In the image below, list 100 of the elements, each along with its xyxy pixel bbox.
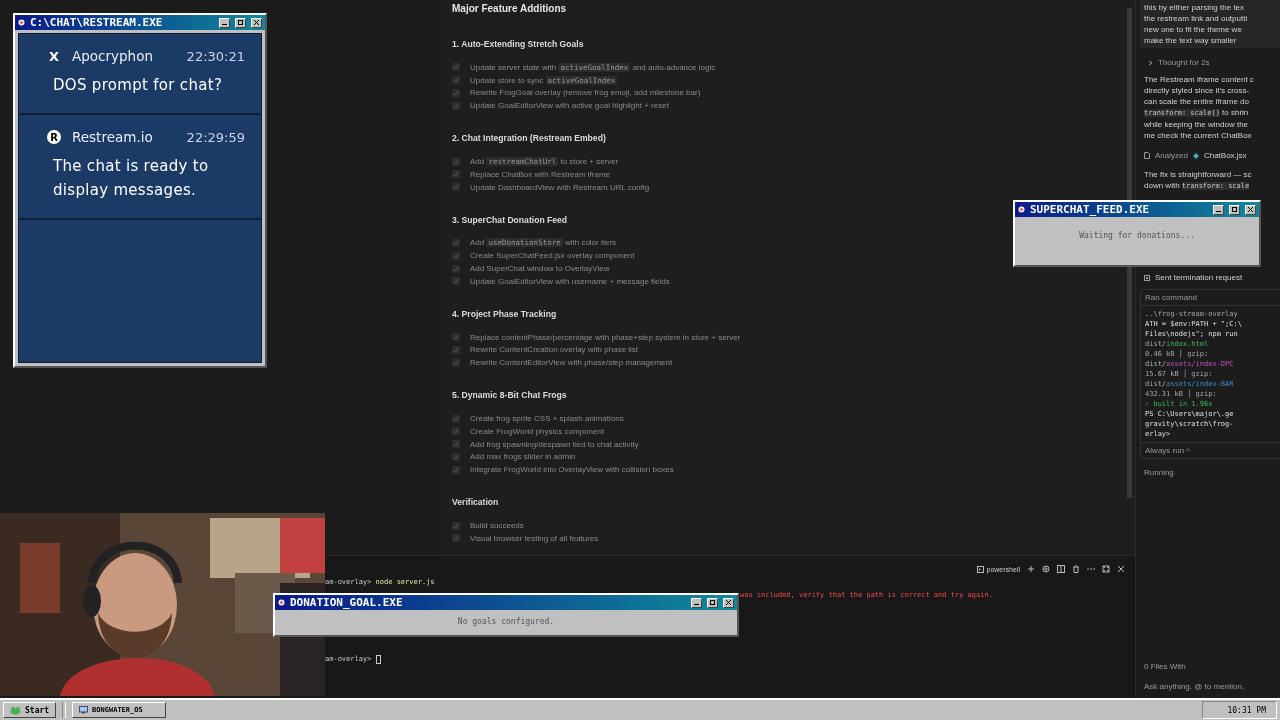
window-title: DONATION_GOAL.EXE (290, 596, 404, 609)
minimize-button[interactable] (1213, 204, 1224, 215)
clock: 10:31 PM (1202, 701, 1277, 719)
checkbox[interactable] (452, 277, 460, 286)
task-text: Create frog sprite CSS + splash animations (470, 414, 624, 424)
maximize-button[interactable] (235, 17, 246, 28)
chat-time: 22:29:59 (186, 129, 245, 145)
checkbox[interactable] (452, 251, 460, 260)
close-icon (1248, 207, 1253, 212)
checkbox[interactable] (452, 89, 460, 97)
chat-time: 22:30:21 (186, 48, 245, 64)
cursor-icon (375, 655, 381, 664)
chat-input[interactable]: Ask anything, @ to mention, (1144, 682, 1280, 691)
checkbox[interactable] (452, 440, 460, 449)
maximize-button[interactable] (707, 597, 718, 608)
app-icon (18, 19, 25, 26)
window-title: SUPERCHAT_FEED.EXE (1030, 203, 1151, 216)
frog-icon (10, 705, 21, 715)
task-text: Replace contentPhase/percentage with phase+step system in store + server (470, 332, 741, 342)
checkbox[interactable] (452, 452, 460, 461)
trash-icon[interactable] (1072, 565, 1080, 573)
maximize-icon[interactable] (1102, 565, 1110, 573)
files-label: 0 Files With (1144, 661, 1187, 672)
task-text: Add frog spawning/despawn tied to chat activity (470, 439, 639, 449)
minimize-button[interactable] (691, 597, 702, 608)
section-heading: Verification (452, 497, 500, 508)
task-text: Rewrite ContentEditorView with phase/step management (470, 358, 673, 368)
terminal-icon (1144, 274, 1150, 281)
platform-icon: R (47, 130, 61, 144)
checkbox[interactable] (452, 521, 460, 530)
status-label: Analyzed (1155, 150, 1188, 161)
task-text: Build succeeds (470, 521, 524, 531)
task-text: Create FrogWorld physics component (470, 426, 605, 436)
maximize-icon (1232, 207, 1237, 212)
chat-message: The chat is ready to display messages. (53, 156, 210, 201)
section-heading: 1. Auto-Extending Stretch Goals (452, 39, 585, 49)
chat-message: DOS prompt for chat? (53, 75, 224, 96)
chevron-icon (1148, 59, 1153, 66)
checkbox[interactable] (452, 427, 460, 436)
close-icon[interactable] (1117, 565, 1125, 573)
task-text: Add max frogs slider in admin (470, 452, 576, 462)
checkbox[interactable] (452, 170, 460, 179)
checkbox[interactable] (452, 358, 460, 367)
task-text: Replace ChatBox with Restream iframe (470, 169, 611, 179)
checkbox[interactable] (452, 345, 460, 354)
window-title: C:\CHAT\RESTREAM.EXE (30, 16, 164, 29)
checkbox[interactable] (452, 76, 460, 85)
maximize-icon (238, 20, 243, 25)
file-link[interactable]: ChatBox.jsx (1203, 150, 1247, 161)
terminal-icon (976, 565, 984, 573)
close-icon (726, 600, 731, 605)
minimize-button[interactable] (219, 17, 230, 28)
checkbox[interactable] (452, 465, 460, 474)
status-label: Sent termination request (1155, 272, 1243, 283)
checkbox[interactable] (452, 238, 460, 247)
section-heading: 2. Chat Integration (Restream Embed) (452, 133, 607, 144)
section-title: Major Feature Additions (452, 3, 568, 14)
close-button[interactable] (1245, 204, 1256, 215)
chat-author: Apocryphon (72, 48, 154, 64)
maximize-button[interactable] (1229, 204, 1240, 215)
always-run-toggle[interactable]: Always run ^ (1141, 442, 1280, 458)
task-text: Update GoalEditorView with active goal highlight + reset (470, 101, 669, 111)
more-icon[interactable] (1087, 565, 1095, 573)
app-icon (278, 599, 285, 606)
plus-icon[interactable] (1027, 565, 1035, 573)
task-text: Rewrite ContentCreation overlay with phase list (470, 345, 639, 355)
monitor-icon (79, 706, 89, 714)
close-button[interactable] (251, 17, 262, 28)
chat-author: Restream.io (72, 129, 154, 145)
close-button[interactable] (723, 597, 734, 608)
task-text: Update DashboardView with Restream URL config (470, 182, 650, 192)
checkbox[interactable] (452, 63, 460, 72)
task-text: Create SuperChatFeed.jsx overlay component (470, 251, 635, 261)
task-text: Update GoalEditorView with username + message fields (470, 276, 670, 286)
status-label: Running (1144, 467, 1175, 478)
split-icon[interactable] (1057, 565, 1065, 573)
start-button[interactable]: Start (3, 702, 57, 718)
checkbox[interactable] (452, 333, 460, 342)
status-text: Waiting for donations... (1078, 231, 1196, 240)
card-title: Ran command (1141, 290, 1280, 306)
file-icon (1144, 152, 1150, 159)
checkbox[interactable] (452, 101, 460, 110)
status-text: No goals configured. (456, 617, 556, 626)
app-icon (1018, 206, 1025, 213)
checkbox[interactable] (452, 157, 460, 166)
task-text: Add SuperChat window to OverlayView (470, 264, 610, 274)
section-heading: 3. SuperChat Donation Feed (452, 214, 569, 225)
checkbox[interactable] (452, 414, 460, 423)
checkbox[interactable] (452, 264, 460, 273)
user-message: this by either parsing the tex the restream link and outputti new one to fit the theme we make the text way smaller (1140, 0, 1280, 48)
task-text: Integrate FrogWorld into OverlayView with collision boxes (470, 465, 674, 475)
section-heading: 4. Project Phase Tracking (452, 308, 558, 319)
react-icon (1192, 152, 1199, 159)
checkbox[interactable] (452, 183, 460, 192)
close-icon (254, 20, 259, 25)
maximize-icon (710, 600, 715, 605)
task-text: Visual browser testing of all features (470, 533, 599, 543)
thought-toggle[interactable]: Thought for 2s (1158, 57, 1210, 68)
checkbox[interactable] (452, 534, 460, 543)
task-text: Rewrite FrogGoal overlay (remove frog emoji, add milestone bar) (470, 88, 701, 98)
